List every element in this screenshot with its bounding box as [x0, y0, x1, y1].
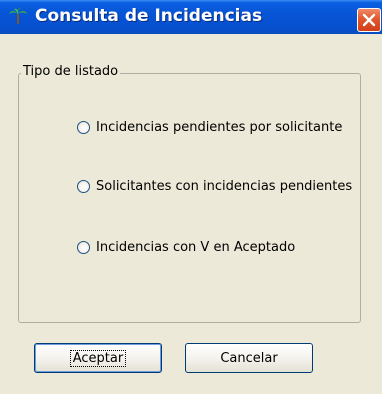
title-bar[interactable]: Consulta de Incidencias	[0, 0, 382, 34]
palm-tree-icon	[9, 7, 27, 24]
accept-button-label: Aceptar	[69, 349, 127, 367]
radio-option-pending-by-requester[interactable]: Incidencias pendientes por solicitante	[77, 118, 342, 136]
radio-option-v-in-accepted[interactable]: Incidencias con V en Aceptado	[77, 238, 295, 256]
cancel-button-label: Cancelar	[220, 350, 278, 366]
radio-button[interactable]	[77, 120, 90, 134]
radio-label: Solicitantes con incidencias pendientes	[96, 178, 353, 194]
radio-button[interactable]	[77, 240, 90, 254]
radio-button[interactable]	[77, 179, 90, 193]
close-button[interactable]	[357, 8, 381, 32]
cancel-button[interactable]: Cancelar	[185, 343, 313, 373]
listing-type-groupbox	[18, 73, 361, 323]
radio-label: Incidencias con V en Aceptado	[96, 239, 296, 255]
radio-option-requesters-with-pending[interactable]: Solicitantes con incidencias pendientes	[77, 177, 352, 195]
radio-label: Incidencias pendientes por solicitante	[96, 119, 343, 135]
close-icon	[362, 13, 376, 27]
accept-button[interactable]: Aceptar	[34, 343, 162, 373]
window-title: Consulta de Incidencias	[35, 6, 263, 26]
groupbox-legend: Tipo de listado	[21, 64, 121, 79]
